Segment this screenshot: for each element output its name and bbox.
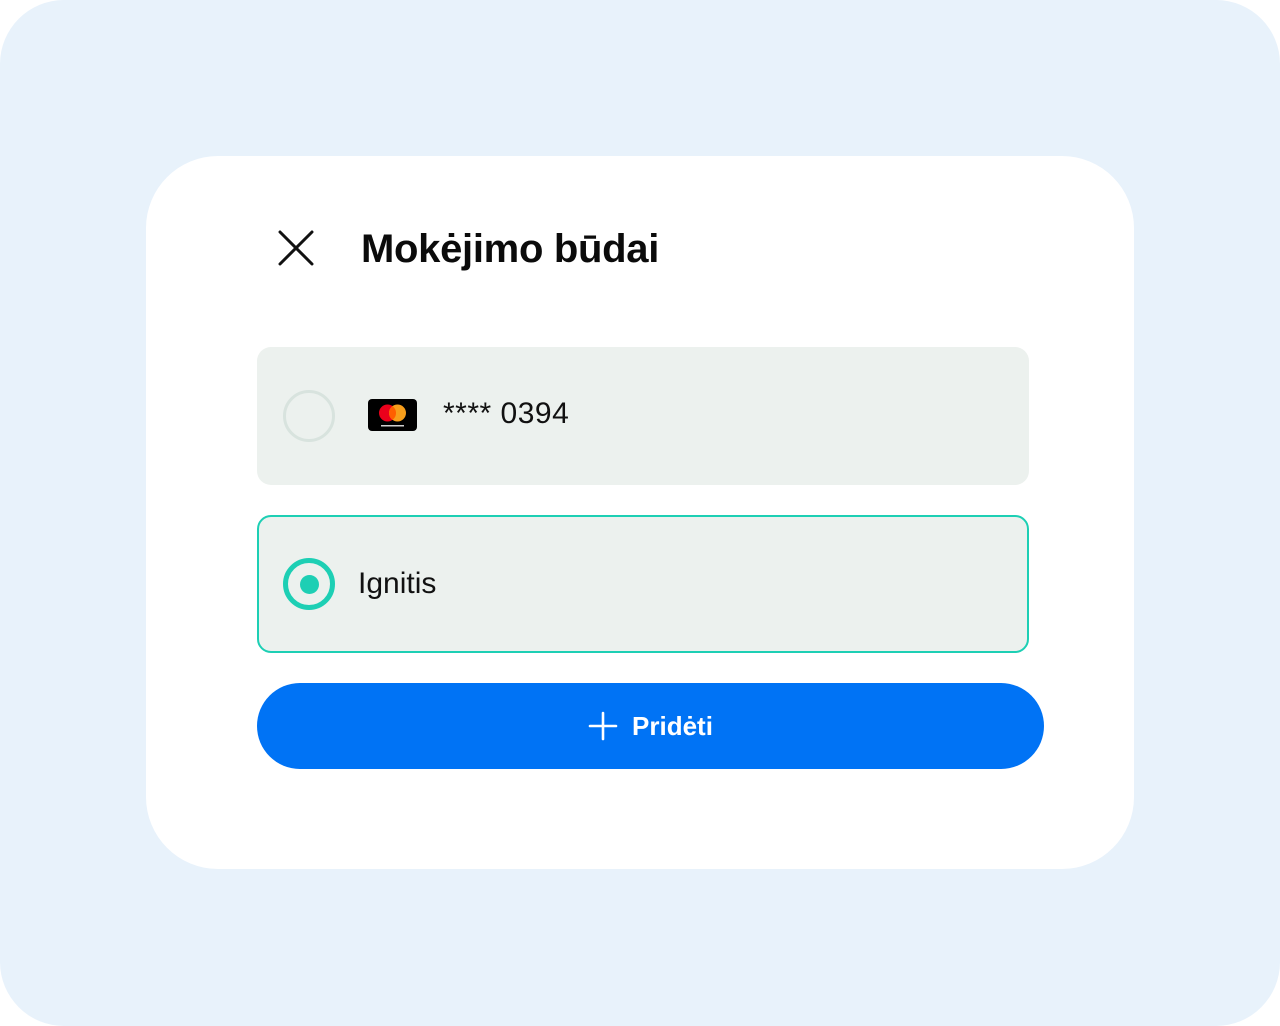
- close-icon: [278, 230, 314, 266]
- add-button-label: Pridėti: [632, 711, 713, 741]
- card-number-label: **** 0394: [443, 397, 570, 430]
- plus-icon: [588, 711, 618, 741]
- add-payment-method-button[interactable]: Pridėti: [257, 683, 1044, 769]
- radio-selected[interactable]: [283, 558, 335, 610]
- payment-option-ignitis[interactable]: Ignitis: [257, 515, 1029, 653]
- radio-dot: [299, 574, 319, 594]
- radio-unselected[interactable]: [283, 390, 335, 442]
- dialog-title: Mokėjimo būdai: [361, 227, 660, 271]
- mastercard-icon: [368, 399, 417, 431]
- ignitis-label: Ignitis: [358, 567, 437, 600]
- payment-option-card[interactable]: **** 0394: [257, 347, 1029, 485]
- close-button[interactable]: [270, 222, 322, 274]
